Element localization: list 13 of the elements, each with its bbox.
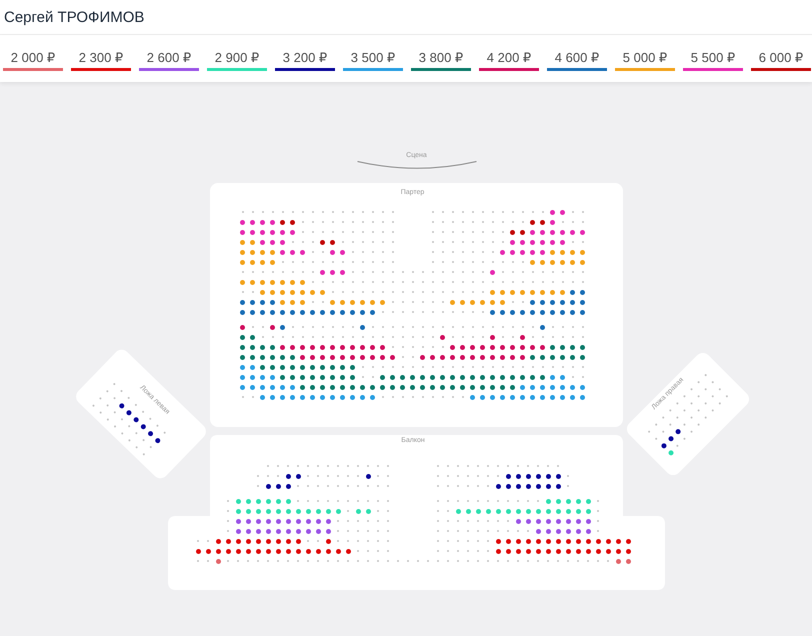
price-filter[interactable]: 4 200 ₽ (479, 50, 539, 71)
price-filter[interactable]: 4 600 ₽ (547, 50, 607, 71)
price-filter[interactable]: 3 500 ₽ (343, 50, 403, 71)
page-title: Сергей ТРОФИМОВ (4, 8, 144, 26)
price-filter[interactable]: 2 000 ₽ (3, 50, 63, 71)
price-filter[interactable]: 6 000 ₽ (751, 50, 811, 71)
price-filter[interactable]: 2 300 ₽ (71, 50, 131, 71)
price-filter[interactable]: 2 900 ₽ (207, 50, 267, 71)
price-filter[interactable]: 2 600 ₽ (139, 50, 199, 71)
price-filter[interactable]: 5 000 ₽ (615, 50, 675, 71)
price-filter[interactable]: 3 800 ₽ (411, 50, 471, 71)
price-filter[interactable]: 3 200 ₽ (275, 50, 335, 71)
price-filter[interactable]: 5 500 ₽ (683, 50, 743, 71)
